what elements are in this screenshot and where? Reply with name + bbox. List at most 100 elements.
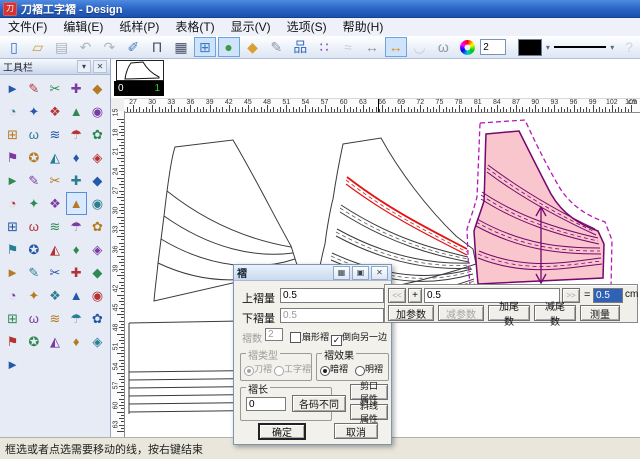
pleat-dialog-titlebar[interactable]: 褶 ▦ ▣ ✕ (234, 265, 391, 281)
sidebar-tool-icon[interactable]: ✎ (23, 77, 44, 100)
sidebar-tool-icon[interactable]: ♦ (66, 146, 87, 169)
sidebar-tool-icon[interactable]: ◆ (87, 77, 108, 100)
sidebar-tool-icon[interactable]: ≋ (44, 307, 65, 330)
new-file-icon[interactable]: ▯ (3, 37, 25, 57)
measure-line-icon[interactable]: ↔ (385, 37, 407, 57)
sidebar-tool-icon[interactable]: ✪ (23, 238, 44, 261)
sidebar-tool-icon[interactable]: ◭ (44, 330, 65, 353)
menu-table[interactable]: 表格(T) (167, 18, 222, 36)
menu-pattern[interactable]: 纸样(P) (111, 18, 167, 36)
cancel-button[interactable]: 取消 (334, 423, 378, 439)
add-parameter-button[interactable]: 加参数 (388, 305, 434, 321)
sidebar-tool-icon[interactable]: ✦ (23, 100, 44, 123)
per-size-button[interactable]: 各码不同 (292, 395, 346, 412)
sidebar-tool-icon[interactable]: ✚ (66, 169, 87, 192)
sidebar-tool-icon[interactable]: ◉ (87, 100, 108, 123)
sidebar-tool-icon[interactable]: ◈ (87, 146, 108, 169)
sidebar-tool-icon[interactable]: ► (2, 353, 23, 376)
dialog-calc-icon[interactable]: ▦ (333, 266, 350, 280)
sidebar-tool-icon[interactable]: ❖ (44, 192, 65, 215)
sidebar-tool-icon[interactable]: ◈ (87, 238, 108, 261)
pin-icon[interactable]: ▾ (77, 60, 91, 73)
selected-pleat-line[interactable] (347, 177, 467, 249)
grid-icon[interactable]: ▦ (170, 37, 192, 57)
sidebar-tool-icon[interactable]: ✪ (23, 146, 44, 169)
sidebar-tool-icon[interactable]: ► (2, 261, 23, 284)
sidebar-tool-icon[interactable]: ◉ (87, 192, 108, 215)
close-icon[interactable]: ✕ (371, 266, 388, 280)
sidebar-tool-icon[interactable]: ω (23, 307, 44, 330)
sidebar-tool-icon[interactable]: ω (23, 215, 44, 238)
sidebar-tool-icon[interactable]: ◈ (87, 330, 108, 353)
piece-left-fan-line[interactable] (161, 239, 295, 266)
sidebar-tool-icon[interactable]: ⚑ (2, 238, 23, 261)
line-style-caret-2[interactable]: ▾ (608, 43, 616, 52)
sidebar-tool-icon[interactable]: ✦ (23, 284, 44, 307)
sidebar-tool-icon[interactable]: ✪ (23, 330, 44, 353)
chart-icon[interactable]: ∷ (313, 37, 335, 57)
open-file-icon[interactable]: ▱ (27, 37, 49, 57)
add-decimal-button[interactable]: 加尾数 (488, 305, 530, 321)
sidebar-tool-icon[interactable]: ♦ (66, 238, 87, 261)
sidebar-tool-icon[interactable]: ◭ (44, 238, 65, 261)
sidebar-tool-icon[interactable]: ▲ (66, 192, 87, 215)
plus-button[interactable]: + (408, 288, 422, 303)
w-curve-icon[interactable]: ω (432, 37, 454, 57)
sidebar-tool-icon[interactable]: ✚ (66, 77, 87, 100)
result-input[interactable] (593, 288, 623, 303)
line-width-input[interactable] (480, 39, 506, 55)
piece-left-fan-line[interactable] (167, 191, 291, 247)
line-color-swatch[interactable] (518, 39, 542, 56)
bias-line-properties-button[interactable]: 斜线属性 (350, 404, 388, 420)
sidebar-tool-icon[interactable]: ✂ (44, 261, 65, 284)
sidebar-tool-icon[interactable]: ✎ (23, 261, 44, 284)
sidebar-tool-icon[interactable]: ◔ (2, 100, 23, 123)
measure-button[interactable]: 测量 (580, 305, 620, 321)
piece-view-icon[interactable]: ● (218, 37, 240, 57)
sidebar-tool-icon[interactable]: ✂ (44, 169, 65, 192)
sidebar-tool-icon[interactable]: ⚑ (2, 330, 23, 353)
sidebar-tool-icon[interactable]: ☂ (66, 307, 87, 330)
sidebar-tool-icon[interactable]: ✎ (23, 169, 44, 192)
sidebar-tool-icon[interactable]: ▲ (66, 284, 87, 307)
sidebar-tool-icon[interactable]: ◭ (44, 146, 65, 169)
window-icon[interactable]: ⊞ (194, 37, 216, 57)
line-style-sample[interactable] (554, 46, 606, 48)
menu-view[interactable]: 显示(V) (223, 18, 279, 36)
visible-pleat-radio[interactable] (355, 362, 365, 380)
sidebar-tool-icon[interactable]: ✚ (66, 261, 87, 284)
expression-input[interactable] (424, 288, 560, 303)
sidebar-tool-icon[interactable]: ⚑ (2, 146, 23, 169)
sidebar-tool-icon[interactable]: ► (2, 77, 23, 100)
menu-edit[interactable]: 编辑(E) (55, 18, 111, 36)
eraser-icon[interactable]: ✐ (122, 37, 144, 57)
menu-help[interactable]: 帮助(H) (335, 18, 392, 36)
sidebar-tool-icon[interactable]: ✿ (87, 307, 108, 330)
menu-options[interactable]: 选项(S) (279, 18, 335, 36)
fill-icon[interactable]: ◆ (242, 37, 264, 57)
hidden-pleat-radio[interactable] (320, 362, 330, 380)
sidebar-tool-icon[interactable]: ☂ (66, 215, 87, 238)
notch-properties-button[interactable]: 剪口属性 (350, 384, 388, 400)
sidebar-tool-icon[interactable]: ▲ (66, 100, 87, 123)
sidebar-tool-icon[interactable]: ✿ (87, 215, 108, 238)
sidebar-tool-icon[interactable]: ≋ (44, 215, 65, 238)
link-icon[interactable]: 品 (289, 37, 311, 57)
close-icon[interactable]: ✕ (93, 60, 107, 73)
sidebar-tool-icon[interactable]: ◉ (87, 284, 108, 307)
plotter-icon[interactable]: Π (146, 37, 168, 57)
brush-icon[interactable]: ✎ (265, 37, 287, 57)
flip-side-checkbox[interactable]: ✓ (331, 329, 342, 347)
sidebar-tool-icon[interactable]: ❖ (44, 100, 65, 123)
sidebar-tool-icon[interactable]: ⊞ (2, 307, 23, 330)
sidebar-tool-icon[interactable]: ≋ (44, 123, 65, 146)
sidebar-tool-icon[interactable]: ☂ (66, 123, 87, 146)
sidebar-tool-icon[interactable]: ✿ (87, 123, 108, 146)
subtract-decimal-button[interactable]: 减尾数 (534, 305, 576, 321)
piece-right-outline[interactable] (474, 131, 604, 284)
piece-left-fan-line[interactable] (164, 216, 293, 254)
sidebar-tool-icon[interactable]: ω (23, 123, 44, 146)
ok-button[interactable]: 确定 (258, 423, 306, 440)
measure-icon[interactable]: ↔ (361, 37, 383, 57)
sidebar-tool-icon[interactable]: ✂ (44, 77, 65, 100)
